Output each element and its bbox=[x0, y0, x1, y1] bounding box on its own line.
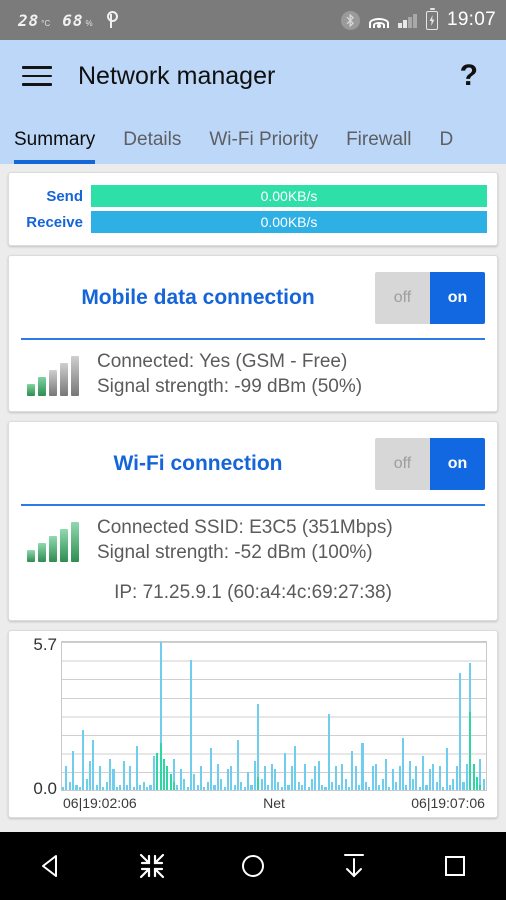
app-bar-top-row: Network manager ? bbox=[0, 40, 506, 112]
usb-icon bbox=[105, 11, 119, 29]
chart-x-axis: 06|19:02:06 Net 06|19:07:06 bbox=[19, 791, 487, 811]
temperature-indicator: 28 °C bbox=[18, 13, 50, 29]
bluetooth-icon bbox=[341, 10, 361, 30]
wifi-card: Wi-Fi connection off on Connected SSID: … bbox=[8, 421, 498, 621]
receive-row: Receive 0.00KB/s bbox=[19, 211, 487, 233]
tab-data-partial[interactable]: D bbox=[440, 129, 454, 164]
chart-x-label-left: 06|19:02:06 bbox=[63, 794, 137, 811]
home-circle-icon[interactable] bbox=[223, 843, 283, 889]
collapse-arrows-icon[interactable] bbox=[122, 843, 182, 889]
mobile-data-card: Mobile data connection off on Connected:… bbox=[8, 255, 498, 413]
chart-spikes bbox=[62, 641, 486, 790]
send-row: Send 0.00KB/s bbox=[19, 185, 487, 207]
wifi-body: Connected SSID: E3C5 (351Mbps) Signal st… bbox=[9, 506, 497, 577]
chart-plot-area bbox=[61, 640, 487, 791]
wifi-info: Connected SSID: E3C5 (351Mbps) Signal st… bbox=[83, 516, 485, 565]
mobile-data-toggle-on[interactable]: on bbox=[430, 272, 485, 324]
wifi-toggle-on[interactable]: on bbox=[430, 438, 485, 491]
chart-y-min-label: 0.0 bbox=[33, 778, 57, 798]
chart-wrap: 5.7 0.0 bbox=[19, 635, 487, 798]
network-traffic-chart-card: 5.7 0.0 06|19:02:06 Net 06|19:07:06 bbox=[8, 629, 498, 818]
mobile-data-signal-line: Signal strength: -99 dBm (50%) bbox=[97, 375, 363, 397]
status-bar-right-icons: 19:07 bbox=[341, 7, 496, 31]
tab-wifi-priority[interactable]: Wi-Fi Priority bbox=[209, 129, 318, 164]
send-label: Send bbox=[46, 187, 83, 205]
wifi-toggle-off[interactable]: off bbox=[375, 438, 430, 491]
mobile-data-body: Connected: Yes (GSM - Free) Signal stren… bbox=[9, 340, 497, 411]
throughput-card: Send 0.00KB/s Receive 0.00KB/s bbox=[8, 172, 498, 246]
hamburger-menu-icon[interactable] bbox=[22, 66, 52, 86]
summary-content: Send 0.00KB/s Receive 0.00KB/s Mobile da… bbox=[0, 164, 506, 818]
android-navigation-bar bbox=[0, 832, 506, 900]
wifi-ssid-line: Connected SSID: E3C5 (351Mbps) bbox=[97, 517, 393, 539]
wifi-header: Wi-Fi connection off on bbox=[9, 422, 497, 504]
mobile-data-header: Mobile data connection off on bbox=[9, 256, 497, 338]
status-bar-clock: 19:07 bbox=[446, 9, 496, 30]
cell-signal-bars-icon bbox=[21, 354, 83, 396]
mobile-data-toggle-off[interactable]: off bbox=[375, 272, 430, 324]
wifi-signal-bars-icon bbox=[21, 520, 83, 563]
chart-x-label-center: Net bbox=[263, 794, 285, 811]
download-arrow-icon[interactable] bbox=[324, 843, 384, 889]
chart-x-label-right: 06|19:07:06 bbox=[411, 794, 485, 811]
wifi-icon bbox=[369, 12, 390, 28]
receive-label: Receive bbox=[26, 213, 83, 231]
chart-y-max-label: 5.7 bbox=[33, 634, 57, 654]
app-bar: Network manager ? Summary Details Wi-Fi … bbox=[0, 40, 506, 164]
help-icon[interactable]: ? bbox=[460, 59, 484, 93]
wifi-ip-line: IP: 71.25.9.1 (60:a4:4c:69:27:38) bbox=[114, 581, 392, 603]
mobile-data-info: Connected: Yes (GSM - Free) Signal stren… bbox=[83, 350, 485, 399]
mobile-data-title: Mobile data connection bbox=[81, 286, 315, 309]
wifi-title: Wi-Fi connection bbox=[113, 452, 283, 476]
status-bar-left-icons: 28 °C 68 % bbox=[18, 11, 341, 29]
status-bar: 28 °C 68 % 19:07 bbox=[0, 0, 506, 40]
chart-y-axis: 5.7 0.0 bbox=[19, 635, 61, 798]
humidity-indicator: 68 % bbox=[62, 13, 92, 29]
wifi-toggle[interactable]: off on bbox=[375, 438, 485, 491]
tab-summary[interactable]: Summary bbox=[14, 129, 96, 164]
temperature-value: 28 bbox=[18, 11, 40, 30]
humidity-value: 68 bbox=[62, 11, 84, 30]
recents-square-icon[interactable] bbox=[425, 843, 485, 889]
send-speed-bar: 0.00KB/s bbox=[91, 185, 487, 207]
battery-charging-icon bbox=[425, 7, 438, 30]
mobile-data-connected-line: Connected: Yes (GSM - Free) bbox=[97, 351, 348, 372]
tab-firewall[interactable]: Firewall bbox=[346, 129, 411, 164]
page-title: Network manager bbox=[78, 61, 276, 90]
tab-bar: Summary Details Wi-Fi Priority Firewall … bbox=[0, 112, 506, 164]
temperature-unit: °C bbox=[41, 19, 51, 28]
tab-details[interactable]: Details bbox=[123, 129, 181, 164]
cell-signal-icon bbox=[398, 12, 417, 28]
back-triangle-icon[interactable] bbox=[21, 843, 81, 889]
receive-speed-bar: 0.00KB/s bbox=[91, 211, 487, 233]
wifi-signal-line: Signal strength: -52 dBm (100%) bbox=[97, 542, 373, 564]
humidity-unit: % bbox=[85, 19, 93, 28]
mobile-data-toggle[interactable]: off on bbox=[375, 272, 485, 324]
